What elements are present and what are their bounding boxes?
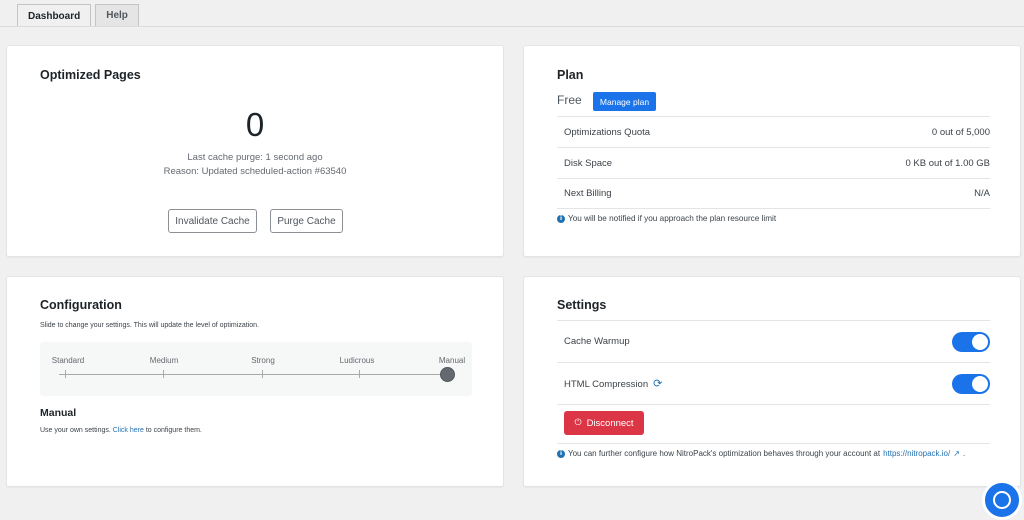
slider-handle[interactable] xyxy=(440,367,455,382)
plan-title: Plan xyxy=(557,68,584,82)
settings-note-text: You can further configure how NitroPack'… xyxy=(568,449,881,458)
settings-divider-bottom xyxy=(557,443,990,444)
configuration-description: Slide to change your settings. This will… xyxy=(40,322,259,329)
plan-card: Plan Free Manage plan Optimizations Quot… xyxy=(523,45,1021,257)
tab-bar: Dashboard Help xyxy=(17,4,139,27)
plan-name: Free xyxy=(557,93,582,107)
plan-row-disk-space: Disk Space 0 KB out of 1.00 GB xyxy=(557,147,990,178)
config-mode-desc-suffix: to configure them. xyxy=(145,427,202,434)
slider-label-medium: Medium xyxy=(149,356,179,365)
info-icon: i xyxy=(557,449,565,458)
slider-label-standard: Standard xyxy=(51,356,85,365)
plan-row-next-billing: Next Billing N/A xyxy=(557,178,990,209)
manage-plan-button[interactable]: Manage plan xyxy=(593,92,656,111)
plan-limit-note-text: You will be notified if you approach the… xyxy=(568,214,777,223)
plan-row-label: Optimizations Quota xyxy=(564,126,651,138)
config-mode-title: Manual xyxy=(40,407,77,419)
plan-row-label: Next Billing xyxy=(564,188,612,199)
slider-tick xyxy=(262,370,263,378)
optimized-pages-title: Optimized Pages xyxy=(40,68,141,82)
plan-row-value: N/A xyxy=(974,188,990,199)
disconnect-label: Disconnect xyxy=(586,417,634,429)
purge-cache-button[interactable]: Purge Cache xyxy=(270,209,343,233)
settings-title: Settings xyxy=(557,298,607,312)
tab-help[interactable]: Help xyxy=(95,4,139,26)
tab-divider xyxy=(0,26,1024,27)
slider-track xyxy=(59,374,448,375)
slider-label-manual: Manual xyxy=(438,356,466,365)
plan-row-value: 0 out of 5,000 xyxy=(931,126,990,138)
external-link-icon[interactable]: ↗ xyxy=(953,449,960,458)
config-mode-description: Use your own settings. Click here to con… xyxy=(40,427,202,434)
cache-warmup-label: Cache Warmup xyxy=(564,336,630,347)
plan-row-label: Disk Space xyxy=(564,157,613,169)
optimization-level-slider[interactable]: Standard Medium Strong Ludicrous Manual xyxy=(40,342,472,396)
configuration-title: Configuration xyxy=(40,298,122,312)
refresh-icon[interactable]: ⟳ xyxy=(653,377,662,390)
html-compression-label: HTML Compression xyxy=(564,379,649,390)
config-mode-desc-text: Use your own settings. xyxy=(40,427,111,434)
info-icon: i xyxy=(557,214,565,223)
optimized-pages-count: 0 xyxy=(245,106,265,143)
power-icon: ⏻ xyxy=(574,418,582,428)
slider-tick xyxy=(359,370,360,378)
nitropack-link[interactable]: https://nitropack.io/ xyxy=(883,449,950,458)
slider-tick xyxy=(65,370,66,378)
chat-help-bubble[interactable] xyxy=(982,480,1022,520)
slider-tick xyxy=(163,370,164,378)
configure-link[interactable]: Click here xyxy=(113,427,144,434)
settings-note-suffix: . xyxy=(962,449,966,458)
cache-warmup-toggle[interactable] xyxy=(952,331,990,352)
html-compression-toggle[interactable] xyxy=(952,373,990,394)
tab-dashboard[interactable]: Dashboard xyxy=(17,4,92,27)
invalidate-cache-button[interactable]: Invalidate Cache xyxy=(168,209,257,233)
settings-card: Settings Cache Warmup HTML Compression ⟳ … xyxy=(523,276,1021,487)
disconnect-button[interactable]: ⏻ Disconnect xyxy=(564,411,644,435)
plan-row-value: 0 KB out of 1.00 GB xyxy=(905,157,991,169)
purge-reason-text: Reason: Updated scheduled-action #63540 xyxy=(163,166,347,177)
setting-row-cache-warmup: Cache Warmup xyxy=(557,320,990,362)
plan-row-quota: Optimizations Quota 0 out of 5,000 xyxy=(557,116,990,147)
settings-account-note: i You can further configure how NitroPac… xyxy=(557,449,965,458)
slider-label-ludicrous: Ludicrous xyxy=(339,356,375,365)
slider-label-strong: Strong xyxy=(251,356,275,365)
setting-row-html-compression: HTML Compression ⟳ xyxy=(557,362,990,404)
last-purge-text: Last cache purge: 1 second ago xyxy=(187,152,323,163)
settings-divider xyxy=(557,404,990,405)
optimized-pages-card: Optimized Pages 0 Last cache purge: 1 se… xyxy=(6,45,504,257)
plan-limit-note: i You will be notified if you approach t… xyxy=(557,214,776,223)
html-compression-label-wrap: HTML Compression ⟳ xyxy=(564,377,662,390)
configuration-card: Configuration Slide to change your setti… xyxy=(6,276,504,487)
